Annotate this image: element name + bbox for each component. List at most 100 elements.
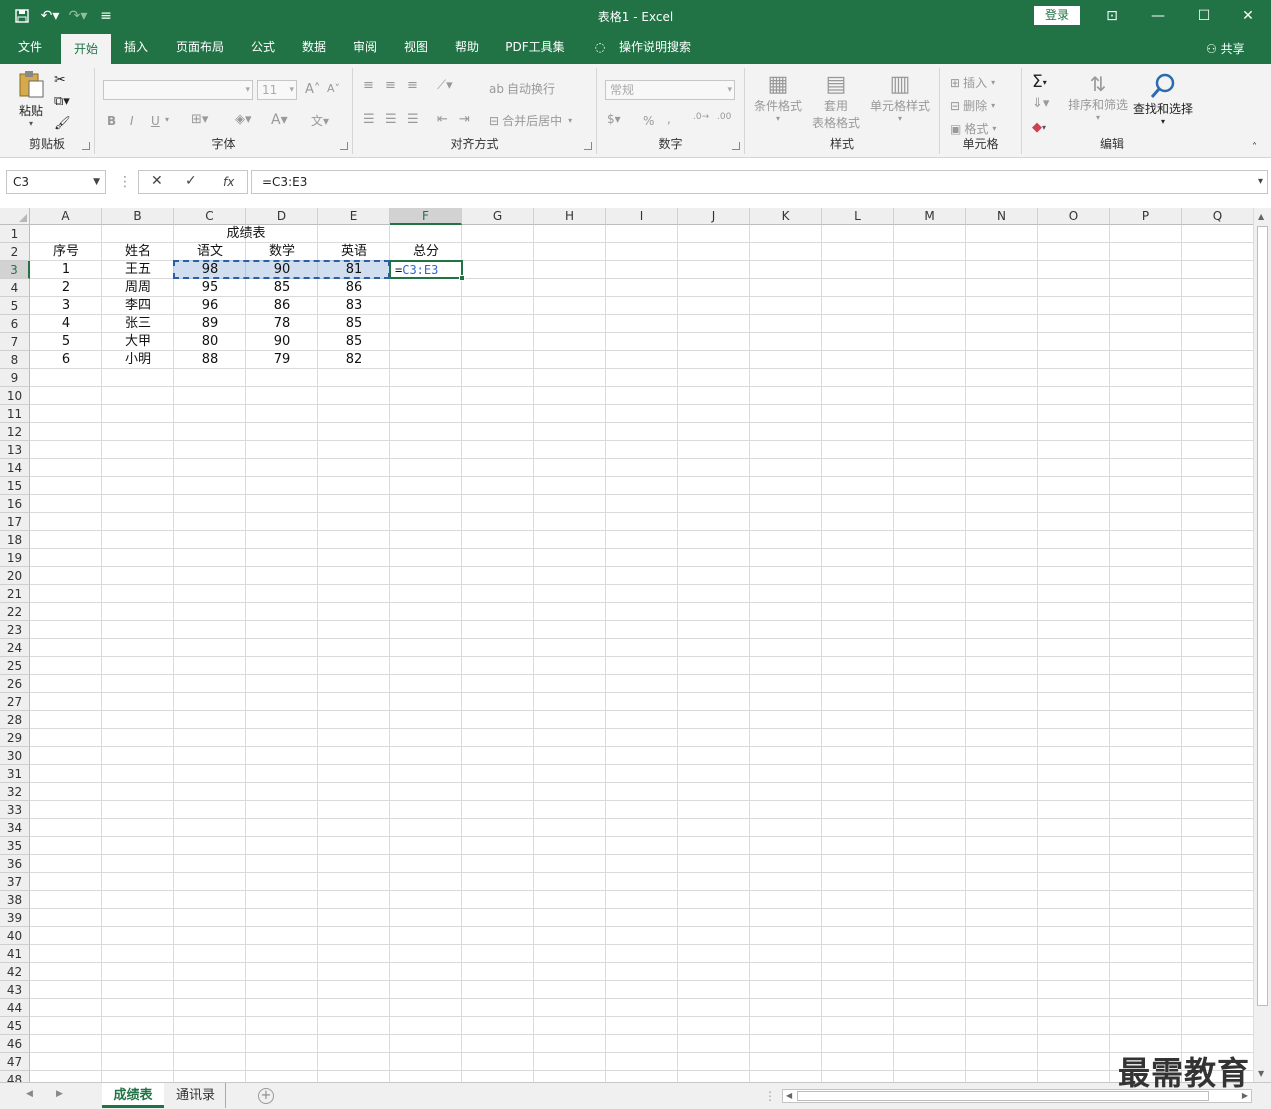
column-header-j[interactable]: J <box>678 208 750 225</box>
share-button[interactable]: ⚇ 共享 <box>1206 40 1245 57</box>
data-cell[interactable]: 81 <box>318 261 390 279</box>
row-header-42[interactable]: 42 <box>0 963 30 981</box>
login-button[interactable]: 登录 <box>1034 6 1080 25</box>
data-cell[interactable]: 5 <box>30 333 102 351</box>
row-header-2[interactable]: 2 <box>0 243 30 261</box>
cell-styles-button[interactable]: ▥ 单元格样式 ▾ <box>867 72 933 123</box>
row-header-25[interactable]: 25 <box>0 657 30 675</box>
sheet-tab-contacts[interactable]: 通讯录 <box>166 1083 226 1108</box>
number-launcher[interactable] <box>732 142 740 150</box>
row-header-36[interactable]: 36 <box>0 855 30 873</box>
row-header-12[interactable]: 12 <box>0 423 30 441</box>
scroll-up-icon[interactable]: ▲ <box>1258 212 1264 221</box>
active-cell-editor[interactable]: =C3:E3 <box>389 260 465 281</box>
row-header-23[interactable]: 23 <box>0 621 30 639</box>
row-header-41[interactable]: 41 <box>0 945 30 963</box>
header-cell[interactable]: 姓名 <box>102 243 174 261</box>
data-cell[interactable]: 89 <box>174 315 246 333</box>
font-size-combo[interactable]: 11 ▾ <box>257 80 297 100</box>
row-header-32[interactable]: 32 <box>0 783 30 801</box>
tab-formulas[interactable]: 公式 <box>242 32 284 64</box>
alignment-launcher[interactable] <box>584 142 592 150</box>
row-header-45[interactable]: 45 <box>0 1017 30 1035</box>
row-header-22[interactable]: 22 <box>0 603 30 621</box>
tell-me-search[interactable]: 操作说明搜索 <box>612 32 698 64</box>
cancel-icon[interactable]: ✕ <box>151 173 163 189</box>
align-bottom-icon[interactable]: ≡ <box>407 78 418 93</box>
border-icon[interactable]: ⊞▾ <box>191 112 208 127</box>
grow-font-icon[interactable]: A˄ <box>305 82 320 97</box>
data-cell[interactable]: 90 <box>246 333 318 351</box>
format-as-table-button[interactable]: ▤ 套用 表格格式 <box>807 72 865 131</box>
row-header-47[interactable]: 47 <box>0 1053 30 1071</box>
enter-icon[interactable]: ✓ <box>185 173 197 189</box>
row-header-46[interactable]: 46 <box>0 1035 30 1053</box>
tab-data[interactable]: 数据 <box>292 32 336 64</box>
wrap-text-button[interactable]: ab 自动换行 <box>489 80 555 97</box>
align-left-icon[interactable]: ☰ <box>363 112 375 127</box>
phonetic-icon[interactable]: 文▾ <box>311 112 329 129</box>
decrease-indent-icon[interactable]: ⇤ <box>437 112 448 127</box>
column-header-i[interactable]: I <box>606 208 678 225</box>
formula-input[interactable]: =C3:E3 ▾ <box>251 170 1268 194</box>
row-header-3[interactable]: 3 <box>0 261 30 279</box>
header-cell[interactable]: 序号 <box>30 243 102 261</box>
align-top-icon[interactable]: ≡ <box>363 78 374 93</box>
data-cell[interactable]: 88 <box>174 351 246 369</box>
paste-button[interactable]: 粘贴 ▾ <box>14 70 48 128</box>
row-header-5[interactable]: 5 <box>0 297 30 315</box>
underline-button[interactable]: U <box>151 114 160 128</box>
tab-page-layout[interactable]: 页面布局 <box>166 32 234 64</box>
next-sheet-icon[interactable]: ▶ <box>56 1089 63 1099</box>
row-header-4[interactable]: 4 <box>0 279 30 297</box>
tab-help[interactable]: 帮助 <box>446 32 488 64</box>
row-header-1[interactable]: 1 <box>0 225 30 243</box>
column-header-k[interactable]: K <box>750 208 822 225</box>
row-header-28[interactable]: 28 <box>0 711 30 729</box>
fill-icon[interactable]: ⇓▾ <box>1032 96 1049 111</box>
font-name-combo[interactable]: ▾ <box>103 80 253 100</box>
row-header-19[interactable]: 19 <box>0 549 30 567</box>
comma-button[interactable]: , <box>667 112 671 126</box>
format-painter-icon[interactable]: 🖌 <box>54 116 71 131</box>
row-header-15[interactable]: 15 <box>0 477 30 495</box>
add-sheet-icon[interactable]: + <box>258 1088 274 1104</box>
clear-icon[interactable]: ◆ ▾ <box>1032 120 1046 135</box>
data-cell[interactable]: 大甲 <box>102 333 174 351</box>
align-right-icon[interactable]: ☰ <box>407 112 419 127</box>
data-cell[interactable]: 2 <box>30 279 102 297</box>
font-color-icon[interactable]: A▾ <box>271 112 288 128</box>
column-header-a[interactable]: A <box>30 208 102 225</box>
data-cell[interactable]: 85 <box>318 333 390 351</box>
collapse-ribbon-icon[interactable]: ˄ <box>1252 142 1257 153</box>
tab-view[interactable]: 视图 <box>394 32 438 64</box>
name-box[interactable]: C3 ▼ <box>6 170 106 194</box>
data-cell[interactable]: 82 <box>318 351 390 369</box>
currency-icon[interactable]: $▾ <box>607 112 621 126</box>
insert-cells-button[interactable]: ⊞ 插入 ▾ <box>950 74 995 91</box>
conditional-formatting-button[interactable]: ▦ 条件格式 ▾ <box>753 72 803 123</box>
delete-cells-button[interactable]: ⊟ 删除 ▾ <box>950 97 995 114</box>
data-cell[interactable]: 78 <box>246 315 318 333</box>
data-cell[interactable]: 83 <box>318 297 390 315</box>
insert-function-icon[interactable]: fx <box>223 175 234 189</box>
column-header-h[interactable]: H <box>534 208 606 225</box>
row-header-33[interactable]: 33 <box>0 801 30 819</box>
row-header-11[interactable]: 11 <box>0 405 30 423</box>
row-header-24[interactable]: 24 <box>0 639 30 657</box>
sort-filter-button[interactable]: ⇅ 排序和筛选 ▾ <box>1066 72 1130 122</box>
row-header-43[interactable]: 43 <box>0 981 30 999</box>
align-middle-icon[interactable]: ≡ <box>385 78 396 93</box>
data-cell[interactable]: 4 <box>30 315 102 333</box>
data-cell[interactable]: 79 <box>246 351 318 369</box>
column-header-q[interactable]: Q <box>1182 208 1253 225</box>
header-cell[interactable]: 数学 <box>246 243 318 261</box>
tab-pdf-tools[interactable]: PDF工具集 <box>500 32 570 64</box>
data-cell[interactable]: 6 <box>30 351 102 369</box>
data-cell[interactable]: 1 <box>30 261 102 279</box>
data-cell[interactable]: 周周 <box>102 279 174 297</box>
column-header-m[interactable]: M <box>894 208 966 225</box>
row-header-14[interactable]: 14 <box>0 459 30 477</box>
tab-split-handle[interactable]: ⋮ <box>764 1089 776 1103</box>
row-header-13[interactable]: 13 <box>0 441 30 459</box>
